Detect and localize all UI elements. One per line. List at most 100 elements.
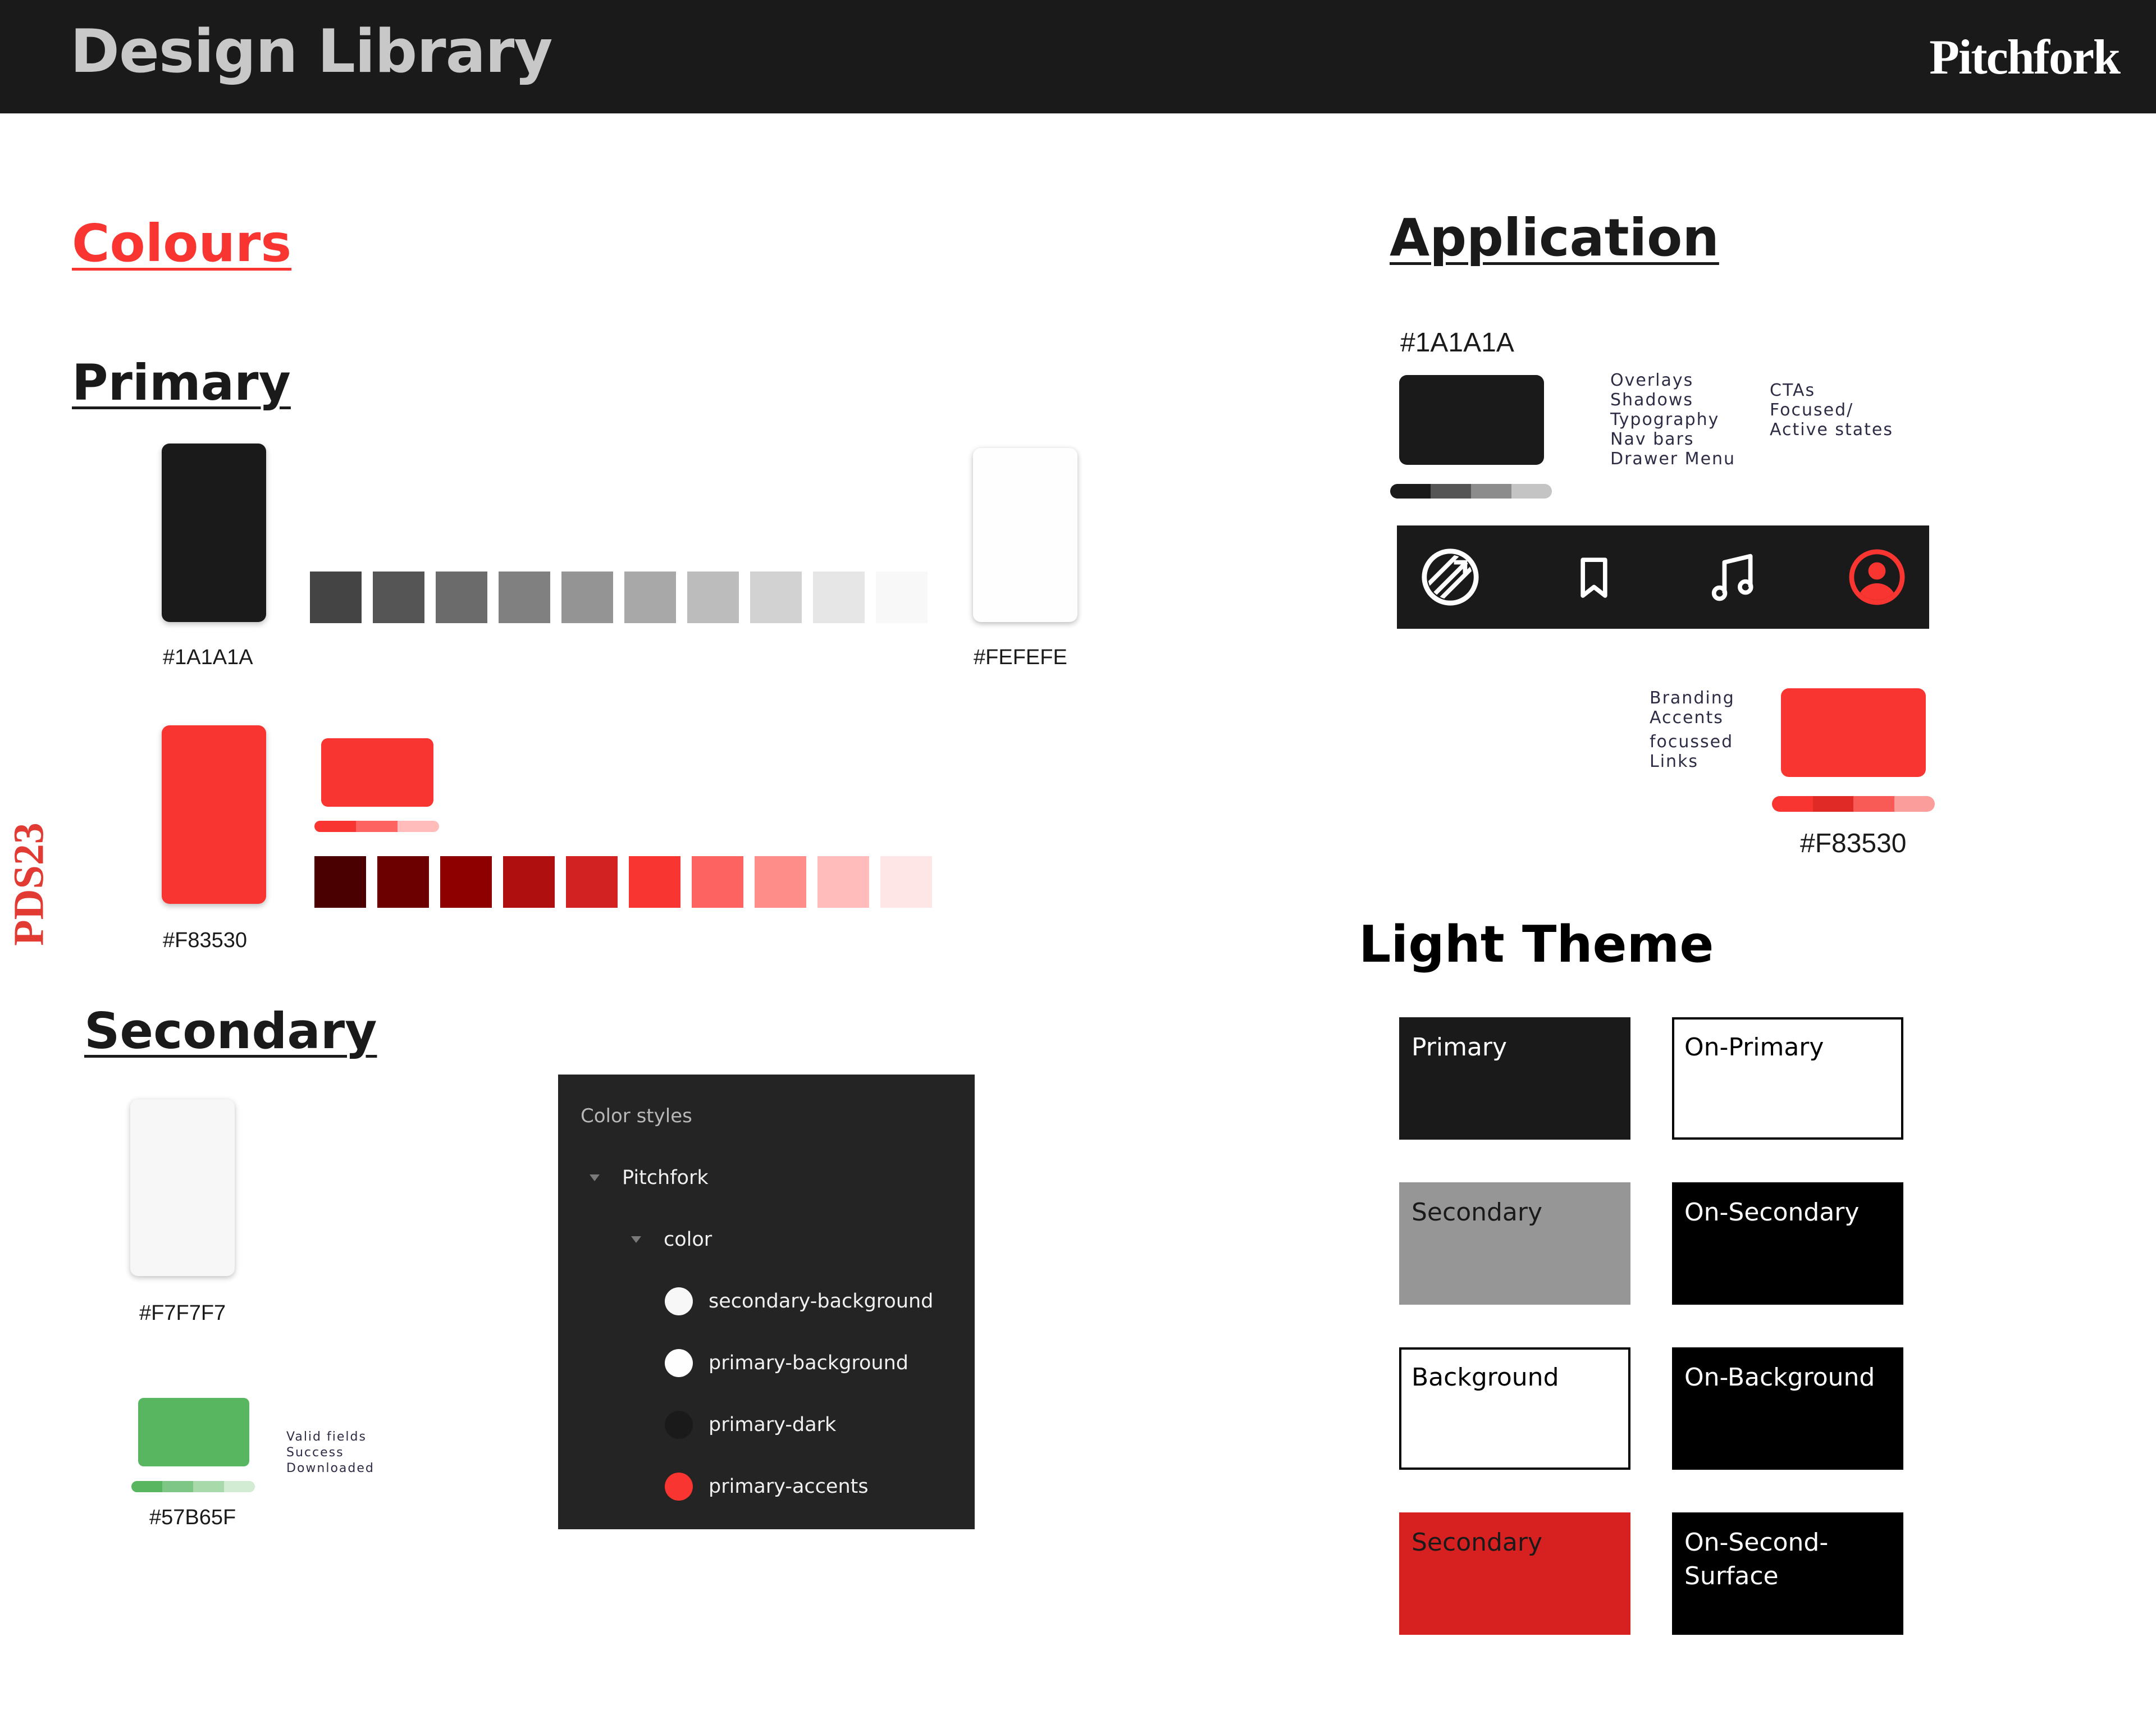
side-tag: PDS23 xyxy=(5,817,53,952)
theme-swatch: Secondary xyxy=(1399,1182,1630,1305)
theme-swatch: Background xyxy=(1399,1347,1630,1470)
theme-swatch-label: Secondary xyxy=(1412,1528,1543,1557)
bar-segment xyxy=(1390,484,1431,499)
caret-down-icon[interactable] xyxy=(590,1174,600,1181)
color-chip xyxy=(436,572,487,623)
theme-swatch: On-Background xyxy=(1672,1347,1903,1470)
theme-swatch: On-Second- Surface xyxy=(1672,1512,1903,1635)
color-chip xyxy=(503,856,555,908)
primary-dark-hex: #1A1A1A xyxy=(163,646,253,669)
application-accent-usage: Branding Accents focussed Links xyxy=(1650,688,1735,771)
usage-item: Success xyxy=(286,1446,344,1460)
application-dark-bar xyxy=(1390,484,1552,499)
usage-item: Focused/ xyxy=(1770,400,1854,420)
red-ramp xyxy=(314,856,932,908)
gray-ramp xyxy=(310,572,928,623)
color-chip xyxy=(499,572,550,623)
color-dot-icon xyxy=(665,1349,693,1377)
nav-profile[interactable] xyxy=(1846,546,1908,608)
bar-segment xyxy=(162,1481,193,1492)
application-accent-bar xyxy=(1772,796,1935,812)
secondary-heading: Secondary xyxy=(84,1002,377,1060)
light-theme-heading: Light Theme xyxy=(1359,915,1714,974)
color-chip xyxy=(750,572,802,623)
theme-swatch: On-Secondary xyxy=(1672,1182,1903,1305)
theme-swatch: On-Primary xyxy=(1672,1017,1903,1140)
color-chip xyxy=(377,856,429,908)
tree-subgroup-color[interactable]: color xyxy=(631,1223,712,1256)
primary-accent-swatch xyxy=(162,725,266,904)
theme-swatch-label: On-Background xyxy=(1684,1363,1875,1392)
usage-item: focussed xyxy=(1650,732,1734,752)
application-dark-states: CTAs Focused/ Active states xyxy=(1770,381,1893,440)
style-item-primary-accents[interactable]: primary-accents xyxy=(665,1470,869,1503)
color-chip xyxy=(755,856,806,908)
usage-item: Typography xyxy=(1610,410,1720,429)
color-styles-panel: Color styles Pitchfork color secondary-b… xyxy=(558,1075,975,1529)
nav-home[interactable] xyxy=(1419,546,1481,608)
theme-swatch-label: Primary xyxy=(1412,1033,1508,1062)
tree-group-pitchfork[interactable]: Pitchfork xyxy=(590,1161,709,1195)
usage-item: Drawer Menu xyxy=(1610,449,1736,469)
color-chip xyxy=(692,856,743,908)
usage-item: Overlays xyxy=(1610,371,1694,390)
primary-light-hex: #FEFEFE xyxy=(974,646,1067,669)
usage-item: Branding xyxy=(1650,688,1735,708)
primary-dark-swatch xyxy=(162,444,266,622)
bar-segment xyxy=(1812,796,1853,812)
tree-subgroup-label: color xyxy=(664,1228,712,1251)
application-heading: Application xyxy=(1390,208,1719,268)
theme-swatch-label: On-Primary xyxy=(1684,1033,1824,1062)
bar-segment xyxy=(1431,484,1471,499)
green-usage-notes: Valid fields Success Downloaded xyxy=(286,1429,374,1476)
bar-segment xyxy=(1471,484,1511,499)
nav-bar-preview xyxy=(1397,525,1929,629)
color-dot-icon xyxy=(665,1411,693,1439)
usage-item: Active states xyxy=(1770,420,1893,440)
bar-segment xyxy=(356,821,398,832)
side-tag-text: PDS23 xyxy=(5,822,53,946)
theme-swatch-label: Secondary xyxy=(1412,1198,1543,1227)
bar-segment xyxy=(1853,796,1894,812)
theme-swatch-label: On-Second- Surface xyxy=(1684,1528,1829,1590)
primary-heading: Primary xyxy=(72,354,291,412)
color-chip xyxy=(373,572,424,623)
green-bar xyxy=(131,1481,255,1492)
profile-icon[interactable] xyxy=(1846,546,1908,608)
color-chip xyxy=(629,856,680,908)
bar-segment xyxy=(1511,484,1552,499)
color-chip xyxy=(624,572,676,623)
theme-swatch: Primary xyxy=(1399,1017,1630,1140)
primary-accent-hex: #F83530 xyxy=(163,929,248,952)
style-item-label: primary-background xyxy=(709,1352,908,1374)
color-chip xyxy=(813,572,865,623)
color-chip xyxy=(314,856,366,908)
color-chip xyxy=(310,572,362,623)
theme-swatch-label: Background xyxy=(1412,1363,1559,1392)
secondary-light-hex: #F7F7F7 xyxy=(139,1301,226,1325)
color-dot-icon xyxy=(665,1473,693,1501)
green-hex: #57B65F xyxy=(149,1506,236,1529)
color-chip xyxy=(566,856,618,908)
application-accent-hex: #F83530 xyxy=(1800,829,1907,858)
color-chip xyxy=(876,572,928,623)
style-item-secondary-background[interactable]: secondary-background xyxy=(665,1284,933,1318)
music-note-icon[interactable] xyxy=(1703,546,1765,608)
colours-heading: Colours xyxy=(72,213,292,273)
color-chip xyxy=(817,856,869,908)
nav-saved[interactable] xyxy=(1563,546,1625,608)
panel-title: Color styles xyxy=(581,1105,692,1127)
bookmark-icon[interactable] xyxy=(1563,546,1625,608)
style-item-primary-dark[interactable]: primary-dark xyxy=(665,1408,836,1442)
caret-down-icon[interactable] xyxy=(631,1236,641,1243)
red-preview-card xyxy=(321,738,433,807)
color-chip xyxy=(440,856,492,908)
style-item-primary-background[interactable]: primary-background xyxy=(665,1346,908,1380)
bar-segment xyxy=(193,1481,224,1492)
bar-segment xyxy=(398,821,439,832)
pitchfork-logo-icon[interactable] xyxy=(1419,546,1481,608)
style-item-label: secondary-background xyxy=(709,1290,934,1313)
theme-swatch: Secondary xyxy=(1399,1512,1630,1635)
nav-music[interactable] xyxy=(1703,546,1765,608)
brand-logo: Pitchfork xyxy=(1929,30,2121,85)
